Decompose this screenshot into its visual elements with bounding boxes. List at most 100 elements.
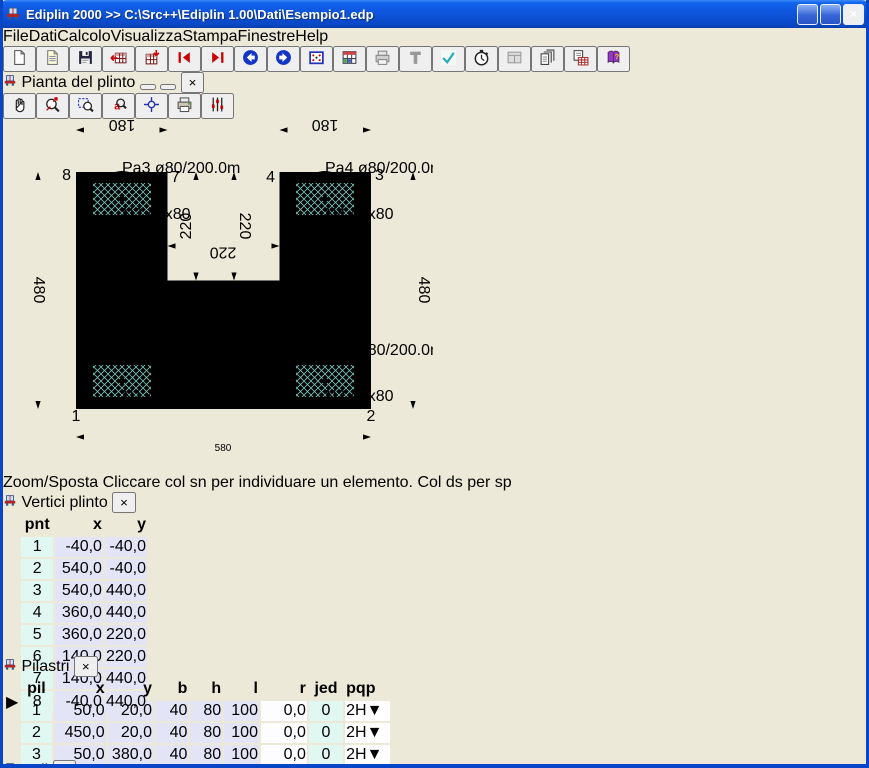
copy-pages-button[interactable] [531,46,564,72]
pilastri-close-button[interactable]: × [74,656,98,677]
dropdown-arrow[interactable]: ▼ [367,702,383,719]
zoom-extents-button[interactable]: a [102,93,135,119]
pianta-title-bar[interactable]: Pianta del plinto × [3,72,866,93]
menu-item-visualizza[interactable]: Visualizza [111,28,183,45]
cell-y[interactable]: 20,0 [108,723,153,743]
cell-jed[interactable]: 0 [309,723,343,743]
cell-r[interactable]: 0,0 [261,701,307,721]
vertici-close-button[interactable]: × [112,492,136,513]
previous-button[interactable] [234,46,267,72]
table-import-button[interactable] [135,46,168,72]
menu-item-stampa[interactable]: Stampa [182,28,237,45]
center-view-button[interactable] [135,93,168,119]
cell-x[interactable]: 450,0 [54,723,106,743]
column-header-r[interactable]: r [261,679,307,699]
row-marker[interactable]: ▶ [5,691,19,713]
pianta-drawing-canvas[interactable]: 180 180 [3,119,866,474]
table-export-button[interactable] [102,46,135,72]
print-report-button[interactable] [564,46,597,72]
cell-y[interactable]: 440,0 [105,669,147,689]
cell-b[interactable]: 40 [155,701,188,721]
dropdown-arrow[interactable]: ▼ [367,724,383,741]
cell-l[interactable]: 100 [224,701,259,721]
cell-x[interactable]: -40,0 [55,537,103,557]
column-header-l[interactable]: l [224,679,259,699]
print-button[interactable] [366,46,399,72]
cell-pqp[interactable]: 2H▼ [345,723,390,743]
cell-pnt[interactable]: 4 [21,603,53,623]
selection-dialog-button[interactable] [300,46,333,72]
pilastri-title-bar[interactable]: Pilastri × [3,656,392,677]
cell-y[interactable]: 220,0 [105,647,147,667]
last-record-button[interactable] [201,46,234,72]
report-window-button[interactable] [498,46,531,72]
zoom-window-button[interactable] [69,93,102,119]
pianta-close-button[interactable]: × [181,72,205,93]
pianta-maximize-button[interactable] [160,84,176,90]
column-header-b[interactable]: b [155,679,188,699]
cell-b[interactable]: 40 [155,723,188,743]
cell-l[interactable]: 100 [224,723,259,743]
title-bar[interactable]: Ediplin 2000 >> C:\Src++\Ediplin 1.00\Da… [0,0,869,28]
row-marker[interactable] [5,603,19,623]
cell-x[interactable]: 50,0 [54,701,106,721]
cell-pqp[interactable]: 2H▼ [345,701,390,721]
minimize-button[interactable] [797,4,818,25]
cell-pil[interactable]: 1 [21,701,51,721]
dropdown-arrow[interactable]: ▼ [367,746,383,763]
close-button[interactable]: × [843,4,864,25]
column-header-x[interactable]: x [55,515,103,535]
cell-h[interactable]: 80 [190,701,222,721]
pali-close-button[interactable]: × [53,760,77,768]
cell-x[interactable]: 540,0 [55,581,103,601]
row-marker[interactable] [5,559,19,579]
menu-item-finestre[interactable]: Finestre [237,28,295,45]
cell-pil[interactable]: 2 [21,723,51,743]
cell-pnt[interactable]: 1 [21,537,53,557]
cell-y[interactable]: -40,0 [105,537,147,557]
menu-item-file[interactable]: File [3,28,29,45]
cell-x[interactable]: 540,0 [55,559,103,579]
column-header-jed[interactable]: jed [309,679,343,699]
cell-x[interactable]: 360,0 [55,603,103,623]
next-button[interactable] [267,46,300,72]
vertici-title-bar[interactable]: Vertici plinto × [3,492,149,513]
pan-hand-button[interactable] [3,93,36,119]
verify-check-button[interactable] [432,46,465,72]
row-marker[interactable] [5,625,19,645]
save-button[interactable] [69,46,102,72]
cell-h[interactable]: 80 [190,723,222,743]
cell-y[interactable]: 440,0 [105,603,147,623]
zoom-dynamic-button[interactable] [36,93,69,119]
menu-item-dati[interactable]: Dati [29,28,57,45]
pianta-minimize-button[interactable] [140,84,156,90]
cell-pnt[interactable]: 5 [21,625,53,645]
first-record-button[interactable] [168,46,201,72]
column-header-pnt[interactable]: pnt [21,515,53,535]
column-header-pil[interactable]: pil [21,679,51,699]
row-marker[interactable] [5,581,19,601]
menu-item-calcolo[interactable]: Calcolo [57,28,110,45]
menu-item-help[interactable]: Help [295,28,328,45]
compute-stopwatch-button[interactable] [465,46,498,72]
cell-jed[interactable]: 0 [309,701,343,721]
cell-y[interactable]: 440,0 [105,581,147,601]
cell-r[interactable]: 0,0 [261,723,307,743]
cell-y[interactable]: 220,0 [105,625,147,645]
text-style-button[interactable] [399,46,432,72]
row-marker[interactable] [5,537,19,557]
cell-pnt[interactable]: 2 [21,559,53,579]
cell-y[interactable]: -40,0 [105,559,147,579]
column-header-pqp[interactable]: pqp [345,679,390,699]
column-header-h[interactable]: h [190,679,222,699]
column-header-y[interactable]: y [105,515,147,535]
help-book-button[interactable]: ? [597,46,630,72]
cell-x[interactable]: 360,0 [55,625,103,645]
maximize-button[interactable] [820,4,841,25]
cell-pnt[interactable]: 3 [21,581,53,601]
print-drawing-button[interactable] [168,93,201,119]
display-options-button[interactable] [201,93,234,119]
row-marker[interactable] [5,723,19,743]
data-table-button[interactable] [333,46,366,72]
new-document-button[interactable] [3,46,36,72]
